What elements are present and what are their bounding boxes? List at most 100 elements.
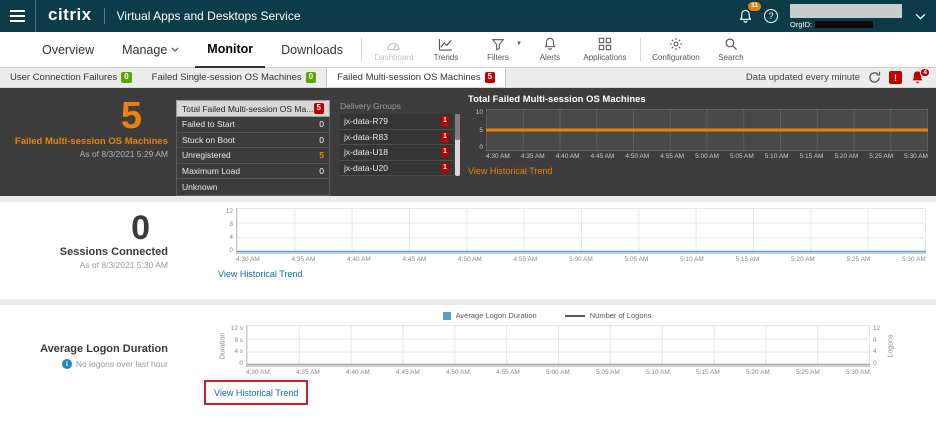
notifications-button[interactable]: 11 — [734, 5, 756, 27]
legend-item-num-logons: Number of Logons — [565, 311, 652, 320]
alarm-count-badge: 4 — [920, 68, 930, 78]
filters-icon — [491, 38, 505, 51]
chart-legend: Average Logon Duration Number of Logons — [218, 311, 876, 320]
bell-icon — [738, 9, 753, 24]
search-icon — [724, 37, 738, 51]
refresh-button[interactable] — [868, 71, 881, 84]
citrix-logo: citrix — [36, 5, 104, 27]
alerts-icon — [543, 37, 557, 51]
legend-swatch-square — [443, 312, 451, 320]
failed-machines-chart-zone: Total Failed Multi-session OS Machines 1… — [468, 94, 928, 179]
tool-applications[interactable]: Applications — [576, 32, 634, 67]
trends-icon — [438, 38, 453, 51]
delivery-group-row[interactable]: jx-data-U201 — [340, 161, 453, 177]
help-button[interactable]: ? — [764, 9, 778, 23]
logon-chart-zone: Duration 12 s8 s4 s0 4:30 AM4:35 AM4:40 … — [218, 325, 896, 405]
account-name-redacted — [790, 4, 902, 18]
tab-manage[interactable]: Manage — [110, 32, 191, 68]
filters-dropdown-caret[interactable]: ▼ — [516, 41, 522, 47]
breakdown-row[interactable]: Failed to Start0 — [177, 117, 329, 133]
scrollbar[interactable] — [455, 114, 460, 176]
sessions-connected-panel: 0 Sessions Connected As of 8/3/2021 5:30… — [0, 202, 936, 299]
y-axis-labels-right: 12840 — [870, 325, 886, 367]
breakdown-row[interactable]: Unregistered5 — [177, 148, 329, 164]
failed-machines-asof: As of 8/3/2021 5:29 AM — [0, 149, 168, 159]
hamburger-menu-icon[interactable] — [0, 0, 36, 32]
tool-search[interactable]: Search — [705, 32, 757, 67]
chart-title: Total Failed Multi-session OS Machines — [468, 94, 928, 105]
account-block: OrgID: — [790, 4, 902, 29]
failed-machines-panel: 5 Failed Multi-session OS Machines As of… — [0, 88, 936, 196]
legend-item-avg-logon: Average Logon Duration — [443, 311, 537, 320]
ftab-failed-multi-session[interactable]: Failed Multi-session OS Machines 5 — [326, 68, 506, 87]
failure-type-dropdown[interactable]: Total Failed Multi-session OS Ma... 5 — [176, 100, 330, 117]
delivery-groups-list: Delivery Groups jx-data-R791jx-data-R831… — [340, 100, 460, 176]
legend-swatch-line — [565, 315, 585, 317]
failed-machines-count: 5 — [0, 96, 168, 136]
dashboard-icon — [386, 38, 401, 51]
critical-alert-icon[interactable]: ! — [889, 71, 902, 84]
breakdown-row[interactable]: Unknown — [177, 179, 329, 195]
sessions-chart: 12840 4:30 AM4:35 AM4:40 AM4:45 AM4:50 A… — [218, 208, 926, 263]
count-badge: 0 — [121, 72, 131, 83]
ftab-user-connection-failures[interactable]: User Connection Failures 0 — [0, 68, 142, 87]
tool-trends[interactable]: Trends — [420, 32, 472, 67]
y-axis-labels: 1050 — [468, 109, 486, 151]
sessions-count: 0 — [0, 210, 168, 246]
count-badge: 5 — [314, 103, 324, 114]
tab-overview[interactable]: Overview — [30, 32, 106, 68]
plot-area — [486, 109, 928, 151]
logon-note: No logons over last hour — [76, 359, 168, 369]
x-axis-labels: 4:30 AM4:35 AM4:40 AM4:45 AM4:50 AM4:55 … — [246, 369, 870, 376]
tab-downloads[interactable]: Downloads — [269, 32, 355, 68]
tool-alerts[interactable]: Alerts — [524, 32, 576, 67]
average-logon-duration-panel: Average Logon Duration i No logons over … — [0, 305, 936, 411]
notification-badge: 11 — [748, 2, 761, 11]
sessions-title: Sessions Connected — [0, 246, 168, 258]
failure-breakdown-list: Total Failed Multi-session OS Ma... 5 Fa… — [176, 100, 330, 196]
main-navbar: Overview Manage Monitor Downloads Dashbo… — [0, 32, 936, 68]
logon-title: Average Logon Duration — [0, 343, 168, 355]
x-axis-labels: 4:30 AM4:35 AM4:40 AM4:45 AM4:50 AM4:55 … — [236, 256, 926, 263]
breakdown-row[interactable]: Stuck on Boot0 — [177, 133, 329, 149]
delivery-group-row[interactable]: jx-data-U181 — [340, 145, 453, 161]
logon-duration-chart: Duration 12 s8 s4 s0 4:30 AM4:35 AM4:40 … — [218, 325, 896, 376]
breakdown-row[interactable]: Maximum Load0 — [177, 164, 329, 180]
count-badge: 5 — [485, 72, 495, 83]
sessions-asof: As of 8/3/2021 5:30 AM — [0, 260, 168, 270]
top-header: citrix Virtual Apps and Desktops Service… — [0, 0, 936, 32]
org-id-redacted — [815, 21, 873, 28]
failed-machines-chart: 1050 4:30 AM4:35 AM4:40 AM4:45 AM4:50 AM… — [468, 109, 928, 160]
logon-summary: Average Logon Duration i No logons over … — [0, 343, 168, 369]
delivery-group-row[interactable]: jx-data-R831 — [340, 130, 453, 146]
product-title: Virtual Apps and Desktops Service — [105, 9, 301, 23]
refresh-icon — [868, 71, 881, 84]
annotation-highlight-box: View Historical Trend — [204, 380, 308, 405]
sessions-summary: 0 Sessions Connected As of 8/3/2021 5:30… — [0, 210, 168, 270]
sessions-chart-zone: 12840 4:30 AM4:35 AM4:40 AM4:45 AM4:50 A… — [218, 208, 926, 282]
app-window: citrix Virtual Apps and Desktops Service… — [0, 0, 936, 424]
y-axis-labels-left: 12 s8 s4 s0 — [228, 325, 246, 367]
ftab-failed-single-session[interactable]: Failed Single-session OS Machines 0 — [142, 68, 326, 87]
plot-area — [236, 208, 926, 254]
scrollbar-thumb[interactable] — [455, 114, 460, 140]
info-icon: i — [62, 359, 72, 369]
view-historical-trend-link[interactable]: View Historical Trend — [214, 388, 298, 398]
tab-monitor[interactable]: Monitor — [195, 32, 265, 68]
x-axis-labels: 4:30 AM4:35 AM4:40 AM4:45 AM4:50 AM4:55 … — [486, 153, 928, 160]
chevron-down-icon[interactable] — [910, 13, 930, 20]
org-id-label: OrgID: — [790, 20, 812, 29]
tool-configuration[interactable]: Configuration — [647, 32, 705, 67]
failure-filter-bar: User Connection Failures 0 Failed Single… — [0, 68, 936, 88]
tool-dashboard: Dashboard — [368, 32, 420, 67]
failed-machines-title: Failed Multi-session OS Machines — [0, 136, 168, 147]
delivery-group-row[interactable]: jx-data-R791 — [340, 114, 453, 130]
view-historical-trend-link[interactable]: View Historical Trend — [468, 166, 552, 176]
tool-filters[interactable]: ▼ Filters — [472, 32, 524, 67]
y-axis-labels: 12840 — [218, 208, 236, 254]
configuration-gear-icon — [669, 37, 683, 51]
view-historical-trend-link[interactable]: View Historical Trend — [218, 269, 302, 279]
alarm-button[interactable]: 4 — [910, 70, 928, 86]
chevron-down-icon — [171, 47, 179, 52]
delivery-groups-header: Delivery Groups — [340, 100, 460, 113]
